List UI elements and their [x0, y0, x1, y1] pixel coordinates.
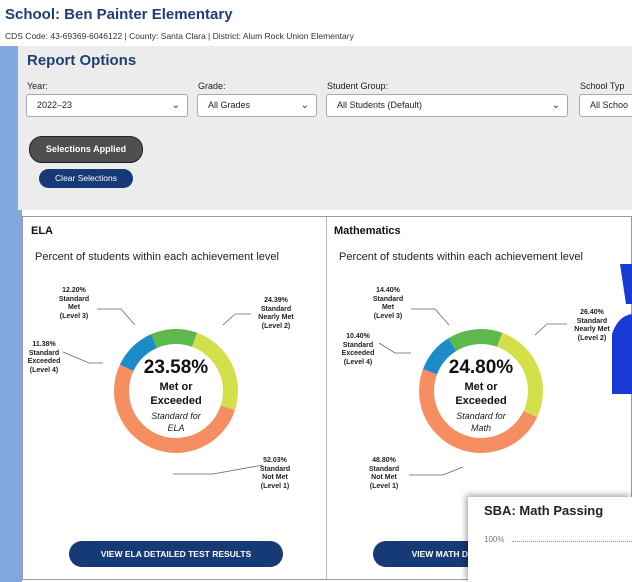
selections-applied-button[interactable]: Selections Applied	[29, 136, 143, 163]
school-type-select-value: All Schoo	[590, 100, 629, 110]
chevron-down-icon: ⌄	[171, 100, 180, 111]
grade-select-value: All Grades	[208, 100, 251, 110]
chevron-down-icon: ⌄	[551, 100, 560, 111]
year-select[interactable]: 2022–23 ⌄	[26, 94, 188, 117]
student-group-select-value: All Students (Default)	[337, 100, 423, 110]
sba-card-title: SBA: Math Passing	[484, 503, 604, 518]
chevron-down-icon: ⌄	[300, 100, 309, 111]
school-type-select[interactable]: All Schoo	[579, 94, 632, 117]
school-type-label: School Typ	[580, 81, 625, 91]
decorative-blue-shape	[612, 264, 632, 394]
school-details: CDS Code: 43-69369-6046122 | County: San…	[5, 31, 354, 41]
report-options-title: Report Options	[27, 52, 137, 69]
clear-selections-button[interactable]: Clear Selections	[39, 169, 133, 188]
sba-math-passing-card: SBA: Math Passing 100%	[468, 497, 632, 582]
grade-label: Grade:	[198, 81, 226, 91]
view-ela-results-button[interactable]: VIEW ELA DETAILED TEST RESULTS	[69, 541, 283, 567]
sba-card-axis-label: 100%	[484, 535, 505, 544]
page-header: School: Ben Painter Elementary CDS Code:…	[0, 0, 632, 46]
math-leader-lines	[378, 308, 567, 476]
grade-select[interactable]: All Grades ⌄	[197, 94, 317, 117]
student-group-label: Student Group:	[327, 81, 389, 91]
year-select-value: 2022–23	[37, 100, 73, 110]
year-label: Year:	[27, 81, 48, 91]
page-title: School: Ben Painter Elementary	[5, 6, 233, 23]
student-group-select[interactable]: All Students (Default) ⌄	[326, 94, 568, 117]
sba-card-gridline	[512, 541, 632, 542]
report-options-panel: Report Options Year: 2022–23 ⌄ Grade: Al…	[18, 46, 632, 210]
